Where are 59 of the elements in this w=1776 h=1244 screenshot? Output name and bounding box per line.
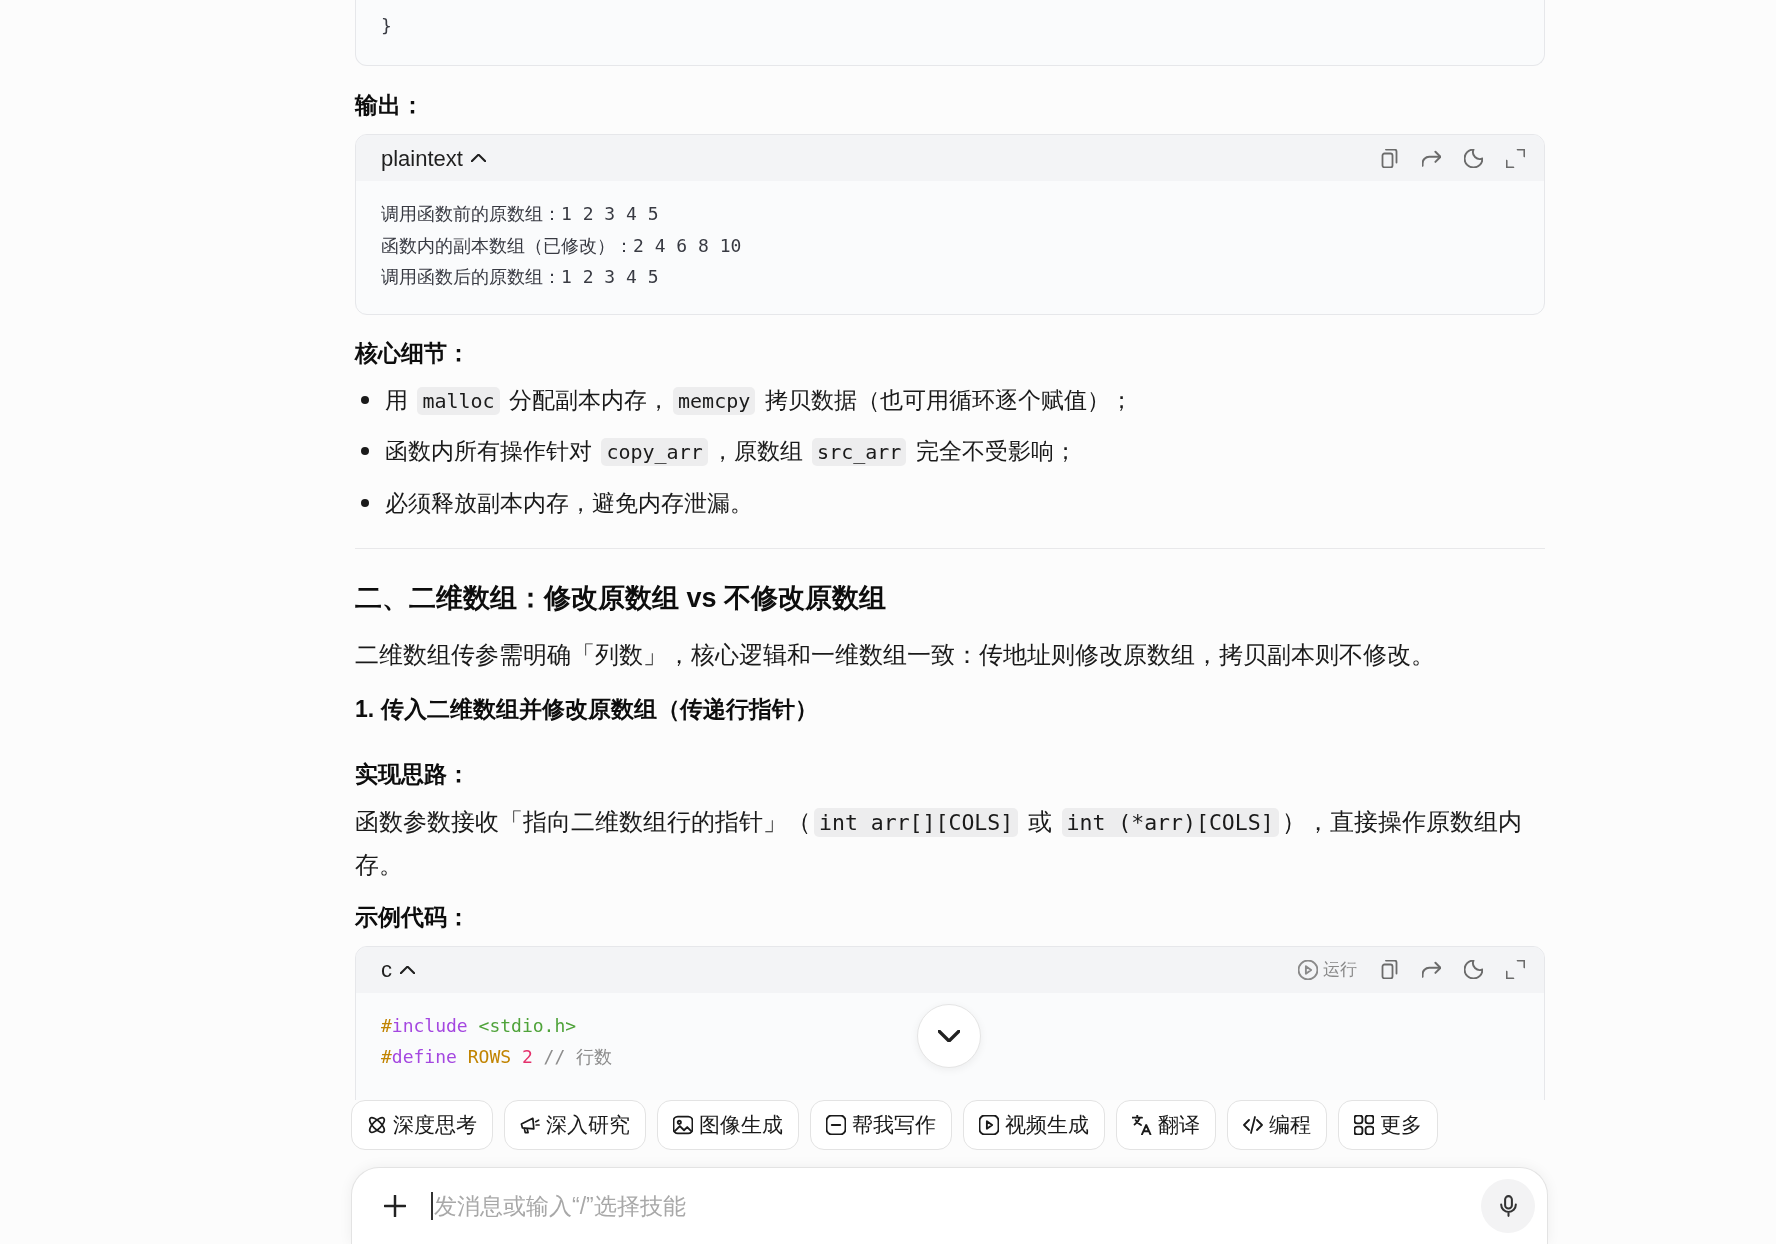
language-toggle[interactable]: plaintext: [381, 141, 486, 175]
section-label: 输出：: [355, 91, 424, 120]
code-line: #include <stdio.h>: [381, 1013, 577, 1038]
expand-icon: [1506, 148, 1525, 168]
image-icon: [673, 1115, 693, 1135]
fullscreen-button[interactable]: [1506, 148, 1525, 168]
share-icon: [1422, 960, 1441, 979]
translate-icon: [1132, 1115, 1152, 1135]
moon-icon: [1464, 960, 1483, 979]
section-heading: 二、二维数组：修改原数组 vs 不修改原数组: [355, 581, 887, 615]
paragraph: 函数参数接收「指向二维数组行的指针」（ int arr[][COLS] 或 int (*arr)[COLS] ），直接操作原数组内存。: [355, 806, 1523, 880]
list-item-text: 函数内所有操作针对 copy_arr ，原数组 src_arr 完全不受影响；: [385, 437, 1077, 468]
skill-chip[interactable]: 视频生成: [963, 1100, 1105, 1150]
expand-icon: [1506, 960, 1525, 979]
bullet-icon: [361, 447, 369, 455]
atom-icon: [367, 1115, 387, 1135]
microphone-icon: [1499, 1195, 1517, 1217]
skill-chip[interactable]: 帮我写作: [810, 1100, 952, 1150]
section-label: 实现思路：: [355, 759, 470, 789]
subsection-heading: 1. 传入二维数组并修改原数组（传递行指针）: [355, 694, 818, 724]
skill-chip[interactable]: 深入研究: [504, 1100, 646, 1150]
note-icon: [826, 1115, 846, 1135]
grid-icon: [1354, 1115, 1374, 1135]
fullscreen-button[interactable]: [1506, 960, 1525, 979]
bullet-icon: [361, 395, 369, 404]
skill-chip[interactable]: 翻译: [1116, 1100, 1216, 1150]
skill-chip[interactable]: 更多: [1338, 1100, 1438, 1150]
code-line: #define ROWS 2 // 行数: [381, 1045, 613, 1069]
code-line: 调用函数前的原数组：1 2 3 4 5: [381, 202, 659, 226]
theme-toggle-button[interactable]: [1464, 148, 1483, 168]
theme-toggle-button[interactable]: [1464, 960, 1483, 979]
bullet-icon: [361, 498, 369, 507]
list-item-text: 必须释放副本内存，避免内存泄漏。: [385, 488, 753, 518]
section-label: 示例代码：: [355, 902, 470, 932]
section-label: 核心细节：: [355, 338, 470, 368]
skill-chip[interactable]: 深度思考: [351, 1100, 493, 1150]
copy-icon: [1380, 960, 1399, 979]
share-icon: [1422, 148, 1441, 168]
copy-button[interactable]: [1380, 148, 1399, 168]
copy-icon: [1380, 148, 1399, 168]
skill-chip[interactable]: 编程: [1227, 1100, 1327, 1150]
share-button[interactable]: [1422, 960, 1441, 979]
megaphone-icon: [520, 1115, 540, 1135]
code-line: 函数内的副本数组（已修改）：2 4 6 8 10: [381, 233, 742, 258]
list-item-text: 用 malloc 分配副本内存， memcpy 拷贝数据（也可用循环逐个赋值）；: [385, 385, 1133, 417]
share-button[interactable]: [1422, 148, 1441, 168]
plus-icon: [384, 1195, 406, 1217]
code-line: }: [381, 14, 392, 38]
paragraph: 二维数组传参需明确「列数」，核心逻辑和一维数组一致：传地址则修改原数组，拷贝副本则不修改。: [355, 639, 1436, 670]
language-toggle[interactable]: c: [381, 953, 415, 986]
moon-icon: [1464, 148, 1483, 168]
message-input[interactable]: 发消息或输入“/”选择技能: [434, 1188, 1481, 1224]
text-cursor: [431, 1192, 433, 1220]
copy-button[interactable]: [1380, 960, 1399, 979]
skill-chip[interactable]: 图像生成: [657, 1100, 799, 1150]
code-icon: [1243, 1115, 1263, 1135]
message-composer[interactable]: 发消息或输入“/”选择技能: [351, 1167, 1548, 1244]
chevron-down-icon: [938, 1030, 960, 1042]
code-line: 调用函数后的原数组：1 2 3 4 5: [381, 265, 659, 289]
